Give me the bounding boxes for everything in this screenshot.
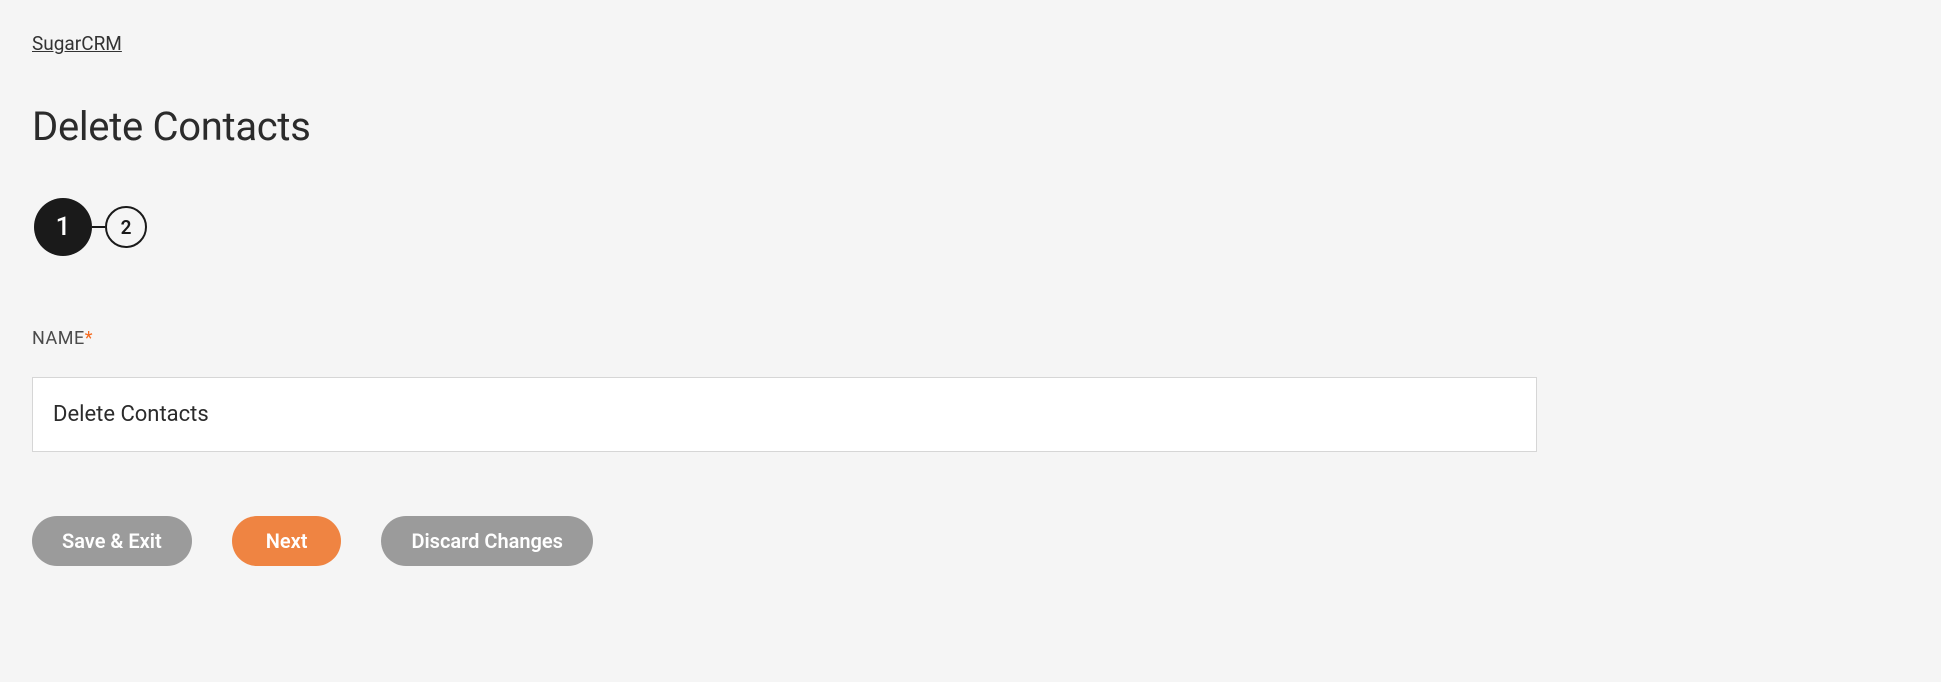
next-button[interactable]: Next: [232, 516, 342, 566]
wizard-steps: 1 2: [34, 198, 1909, 256]
breadcrumb-link-sugarcrm[interactable]: SugarCRM: [32, 32, 122, 55]
form-group-name: NAME*: [32, 328, 1909, 452]
save-exit-button[interactable]: Save & Exit: [32, 516, 192, 566]
discard-changes-button[interactable]: Discard Changes: [381, 516, 593, 566]
wizard-step-1[interactable]: 1: [34, 198, 92, 256]
wizard-step-connector: [92, 226, 105, 228]
required-asterisk: *: [85, 328, 93, 349]
name-input[interactable]: [32, 377, 1537, 452]
button-row: Save & Exit Next Discard Changes: [32, 516, 1909, 566]
name-label: NAME: [32, 328, 85, 349]
page-title: Delete Contacts: [32, 103, 1909, 150]
wizard-step-2[interactable]: 2: [105, 206, 147, 248]
